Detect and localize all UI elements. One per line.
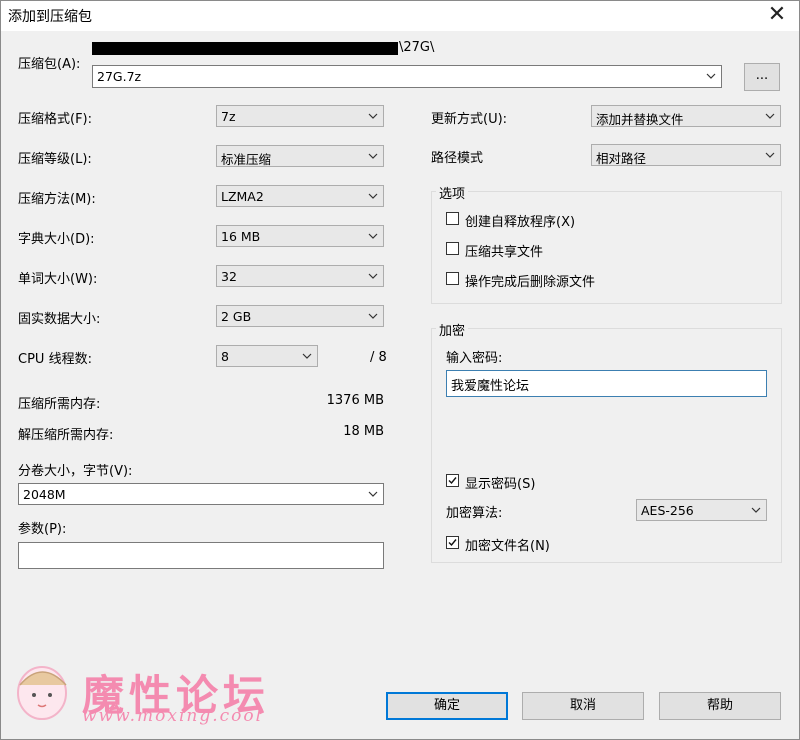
format-value: 7z xyxy=(221,109,236,124)
watermark-url: www.moxing.cool xyxy=(82,706,264,726)
options-group-title: 选项 xyxy=(436,183,469,202)
mem-compress-value: 1376 MB xyxy=(326,393,384,408)
solid-label: 固实数据大小: xyxy=(18,312,101,327)
archive-filename: 27G.7z xyxy=(97,69,142,84)
word-combo[interactable]: 32 xyxy=(216,265,384,287)
encryption-method-value: AES-256 xyxy=(641,503,694,518)
threads-value: 8 xyxy=(221,349,229,364)
show-password-checkbox[interactable] xyxy=(446,474,459,487)
dict-combo[interactable]: 16 MB xyxy=(216,225,384,247)
chevron-down-icon xyxy=(705,70,717,82)
threads-combo[interactable]: 8 xyxy=(216,345,318,367)
update-value: 添加并替换文件 xyxy=(596,112,684,127)
ok-button[interactable]: 确定 xyxy=(386,692,508,720)
title-bar xyxy=(0,0,800,31)
solid-value: 2 GB xyxy=(221,309,252,324)
chevron-down-icon xyxy=(367,310,379,322)
volume-value: 2048M xyxy=(23,487,66,502)
level-value: 标准压缩 xyxy=(221,152,272,167)
format-combo[interactable]: 7z xyxy=(216,105,384,127)
chevron-down-icon xyxy=(301,350,313,362)
archive-path-suffix: \27G\ xyxy=(399,40,435,55)
params-input[interactable] xyxy=(18,542,384,569)
password-value: 我爱魔性论坛 xyxy=(451,379,530,394)
chevron-down-icon xyxy=(367,270,379,282)
delete-checkbox[interactable] xyxy=(446,272,459,285)
archive-label: 压缩包(A): xyxy=(18,57,81,72)
threads-max: / 8 xyxy=(370,350,387,365)
level-combo[interactable]: 标准压缩 xyxy=(216,145,384,167)
delete-label: 操作完成后删除源文件 xyxy=(465,275,596,290)
chevron-down-icon xyxy=(367,230,379,242)
encryption-method-combo[interactable]: AES-256 xyxy=(636,499,767,521)
dict-label: 字典大小(D): xyxy=(18,232,95,247)
redacted-path xyxy=(92,42,398,55)
chevron-down-icon xyxy=(367,110,379,122)
password-input[interactable]: 我爱魔性论坛 xyxy=(446,370,767,397)
format-label: 压缩格式(F): xyxy=(18,112,93,127)
pathmode-combo[interactable]: 相对路径 xyxy=(591,144,781,166)
volume-label: 分卷大小，字节(V): xyxy=(18,464,133,479)
encrypt-names-label: 加密文件名(N) xyxy=(465,539,550,554)
threads-label: CPU 线程数: xyxy=(18,352,92,367)
sfx-label: 创建自释放程序(X) xyxy=(465,215,576,230)
chevron-down-icon xyxy=(750,504,762,516)
encrypt-names-checkbox[interactable] xyxy=(446,536,459,549)
chevron-down-icon xyxy=(367,488,379,500)
mem-decompress-label: 解压缩所需内存: xyxy=(18,428,114,443)
dict-value: 16 MB xyxy=(221,229,261,244)
encryption-method-label: 加密算法: xyxy=(446,506,503,521)
shared-checkbox[interactable] xyxy=(446,242,459,255)
word-label: 单词大小(W): xyxy=(18,272,98,287)
check-icon xyxy=(448,539,457,547)
chevron-down-icon xyxy=(367,150,379,162)
shared-label: 压缩共享文件 xyxy=(465,245,544,260)
mem-compress-label: 压缩所需内存: xyxy=(18,397,101,412)
volume-combo[interactable]: 2048M xyxy=(18,483,384,505)
chevron-down-icon xyxy=(764,149,776,161)
word-value: 32 xyxy=(221,269,237,284)
pathmode-value: 相对路径 xyxy=(596,151,647,166)
window-title: 添加到压缩包 xyxy=(8,9,92,25)
pathmode-label: 路径模式 xyxy=(431,151,484,166)
method-value: LZMA2 xyxy=(221,189,264,204)
encryption-group-title: 加密 xyxy=(436,320,469,339)
archive-filename-combo[interactable]: 27G.7z xyxy=(92,65,722,88)
level-label: 压缩等级(L): xyxy=(18,152,92,167)
method-combo[interactable]: LZMA2 xyxy=(216,185,384,207)
update-combo[interactable]: 添加并替换文件 xyxy=(591,105,781,127)
sfx-checkbox[interactable] xyxy=(446,212,459,225)
help-button[interactable]: 帮助 xyxy=(659,692,781,720)
method-label: 压缩方法(M): xyxy=(18,192,96,207)
browse-button[interactable]: ... xyxy=(744,63,780,91)
chevron-down-icon xyxy=(764,110,776,122)
show-password-label: 显示密码(S) xyxy=(465,477,536,492)
mem-decompress-value: 18 MB xyxy=(343,424,384,439)
chevron-down-icon xyxy=(367,190,379,202)
solid-combo[interactable]: 2 GB xyxy=(216,305,384,327)
watermark-mascot-icon xyxy=(10,655,76,725)
close-icon[interactable]: ✕ xyxy=(754,0,800,31)
cancel-button[interactable]: 取消 xyxy=(522,692,644,720)
password-label: 输入密码: xyxy=(446,351,503,366)
update-label: 更新方式(U): xyxy=(431,112,508,127)
check-icon xyxy=(448,477,457,485)
params-label: 参数(P): xyxy=(18,522,67,537)
